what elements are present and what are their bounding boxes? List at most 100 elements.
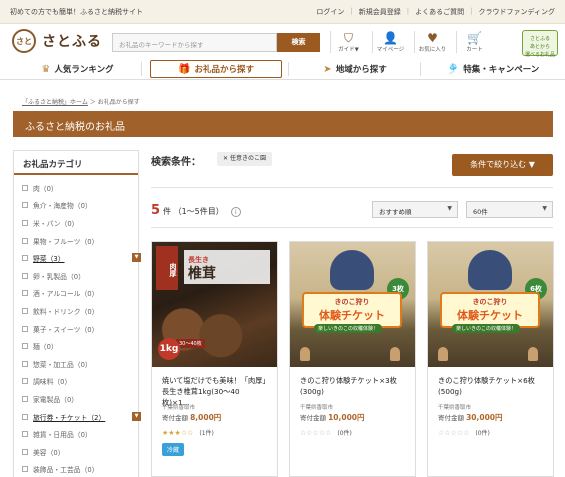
image-weight-badge: 1kg: [158, 338, 180, 360]
faq-link[interactable]: よくあるご質問: [415, 7, 464, 17]
price-label: 寄付金額: [300, 414, 326, 422]
category-checkbox[interactable]: [22, 395, 28, 402]
category-item[interactable]: 野菜（3） ▼: [22, 249, 141, 267]
chip-close-icon[interactable]: ✕: [223, 155, 228, 162]
link-separator: |: [350, 7, 353, 15]
category-checkbox[interactable]: [22, 272, 28, 279]
category-checkbox[interactable]: [22, 184, 28, 191]
category-checkbox[interactable]: [22, 378, 28, 385]
category-item[interactable]: 惣菜・加工品（0）: [22, 355, 138, 373]
nav-features[interactable]: 🎐 特集・キャンペーン: [428, 60, 558, 78]
login-link[interactable]: ログイン: [316, 7, 344, 17]
category-checkbox[interactable]: [22, 237, 28, 244]
choose-later-text: さとふる あとから 選べるお礼品: [524, 36, 555, 58]
category-checkbox[interactable]: [22, 466, 28, 473]
child-illustration: [468, 250, 512, 290]
image-title-small: 長生き: [188, 256, 209, 264]
category-checkbox[interactable]: [22, 325, 28, 332]
sort-select[interactable]: おすすめ順 ▼: [372, 201, 458, 218]
crowdfunding-link[interactable]: クラウドファンディング: [478, 7, 555, 17]
mypage-button[interactable]: 👤 マイページ: [372, 31, 408, 53]
category-item[interactable]: 雑貨・日用品（0）: [22, 425, 138, 443]
child-illustration: [330, 250, 374, 290]
category-item[interactable]: 美容（0）: [22, 443, 138, 461]
price-label: 寄付金額: [162, 414, 188, 422]
site-header: さと さとふる お礼品のキーワードから探す 検索 ⛉ ガイド▼ 👤 マイページ …: [0, 24, 565, 58]
site-logo[interactable]: さと さとふる: [12, 29, 102, 53]
sidebar-title: お礼品カテゴリ: [14, 151, 138, 175]
star-rating-icon: ☆☆☆☆☆: [300, 428, 332, 437]
search-input[interactable]: お礼品のキーワードから探す: [112, 33, 277, 52]
category-item[interactable]: 米・パン（0）: [22, 214, 138, 232]
expand-icon[interactable]: ▼: [132, 411, 141, 421]
category-item[interactable]: 旅行券・チケット（2） ▼: [22, 408, 141, 426]
category-item[interactable]: 菓子・スイーツ（0）: [22, 320, 138, 338]
category-item[interactable]: 果物・フルーツ（0）: [22, 232, 138, 250]
nav-ranking[interactable]: ♛ 人気ランキング: [20, 60, 135, 78]
features-icon: 🎐: [446, 63, 460, 75]
product-title[interactable]: 焼いて塩だけでも美味！「肉厚」長生き椎茸1kg(30〜40枚)×1…: [152, 367, 277, 407]
cart-button[interactable]: 🛒 カート: [456, 31, 492, 53]
category-label: 魚介・海産物（0）: [33, 202, 92, 211]
guide-button[interactable]: ⛉ ガイド▼: [330, 31, 366, 53]
nav-divider: [420, 62, 421, 76]
image-title-tag: 長生き 椎茸: [184, 250, 270, 284]
product-title[interactable]: きのこ狩り体験チケット×6枚(500g): [428, 367, 553, 401]
category-label: 卵・乳製品（0）: [33, 272, 85, 281]
category-item[interactable]: 肉（0）: [22, 179, 138, 197]
category-item[interactable]: 装飾品・工芸品（0）: [22, 461, 138, 477]
category-item[interactable]: 酒・アルコール（0）: [22, 285, 138, 303]
expand-icon[interactable]: ▼: [132, 253, 141, 263]
choose-later-badge[interactable]: さとふる あとから 選べるお礼品: [522, 30, 558, 58]
category-checkbox[interactable]: [22, 360, 28, 367]
category-item[interactable]: 卵・乳製品（0）: [22, 267, 138, 285]
ticket-sub-text: 楽しいきのこの収穫体験！: [452, 324, 521, 333]
guide-icon: ⛉: [343, 31, 353, 45]
breadcrumb-sep: ＞: [89, 99, 96, 106]
product-title[interactable]: きのこ狩り体験チケット×3枚(300g): [290, 367, 415, 401]
category-item[interactable]: 飲料・ドリンク（0）: [22, 302, 138, 320]
category-item[interactable]: 麺（0）: [22, 337, 138, 355]
category-label: 装飾品・工芸品（0）: [33, 466, 99, 475]
category-label: 肉（0）: [33, 184, 58, 193]
condition-chip[interactable]: ✕ 任意きのこ園: [217, 152, 272, 166]
product-rating: ☆☆☆☆☆ (0件): [290, 423, 415, 438]
category-checkbox[interactable]: [22, 413, 28, 420]
category-checkbox[interactable]: [22, 448, 28, 455]
product-card[interactable]: 3枚 きのこ狩り 体験チケット 楽しいきのこの収穫体験！ きのこ狩り体験チケット…: [289, 241, 416, 477]
nav-region[interactable]: ➤ 地域から探す: [295, 60, 415, 78]
category-label: 野菜（3）: [33, 255, 65, 264]
main-nav: ♛ 人気ランキング 🎁 お礼品から探す ➤ 地域から探す 🎐 特集・キャンペーン: [0, 58, 565, 80]
favorite-label: お気に入り: [418, 47, 447, 53]
category-item[interactable]: 家電製品（0）: [22, 390, 138, 408]
category-checkbox[interactable]: [22, 343, 28, 350]
register-link[interactable]: 新規会員登録: [359, 7, 401, 17]
product-card[interactable]: 6枚 きのこ狩り 体験チケット 楽しいきのこの収穫体験！ きのこ狩り体験チケット…: [427, 241, 554, 477]
category-sidebar: お礼品カテゴリ 肉（0） 魚介・海産物（0） 米・パン（0） 果物・フルーツ（0…: [13, 150, 141, 477]
chevron-down-icon: ▼: [447, 205, 452, 212]
info-icon[interactable]: i: [230, 207, 241, 217]
per-page-select[interactable]: 60件 ▼: [466, 201, 553, 218]
category-item[interactable]: 調味料（0）: [22, 373, 138, 391]
category-label: 惣菜・加工品（0）: [33, 360, 92, 369]
search-button[interactable]: 検索: [277, 33, 320, 52]
category-checkbox[interactable]: [22, 431, 28, 438]
nav-browse-gifts[interactable]: 🎁 お礼品から探す: [150, 60, 282, 78]
category-item[interactable]: 魚介・海産物（0）: [22, 197, 138, 215]
category-checkbox[interactable]: [22, 290, 28, 297]
category-checkbox[interactable]: [22, 202, 28, 209]
filter-button[interactable]: 条件で絞り込む ▼: [452, 154, 553, 176]
product-image[interactable]: 6枚 きのこ狩り 体験チケット 楽しいきのこの収穫体験！: [428, 242, 553, 367]
top-bar: 初めての方でも簡単！ふるさと納税サイト ログイン | 新規会員登録 | よくある…: [0, 0, 565, 24]
price-label: 寄付金額: [438, 414, 464, 422]
breadcrumb-home[interactable]: 「ふるさと納税」ホーム: [22, 99, 88, 106]
logo-mark-icon: さと: [12, 29, 36, 53]
category-checkbox[interactable]: [22, 255, 28, 262]
product-image[interactable]: 肉厚 長生き 椎茸 30〜40枚 1kg: [152, 242, 277, 367]
category-checkbox[interactable]: [22, 307, 28, 314]
category-label: 飲料・ドリンク（0）: [33, 307, 99, 316]
category-checkbox[interactable]: [22, 219, 28, 226]
product-card[interactable]: 肉厚 長生き 椎茸 30〜40枚 1kg 焼いて塩だけでも美味！「肉厚」長生き椎…: [151, 241, 278, 477]
favorite-button[interactable]: ♥ お気に入り: [414, 31, 450, 53]
product-image[interactable]: 3枚 きのこ狩り 体験チケット 楽しいきのこの収穫体験！: [290, 242, 415, 367]
